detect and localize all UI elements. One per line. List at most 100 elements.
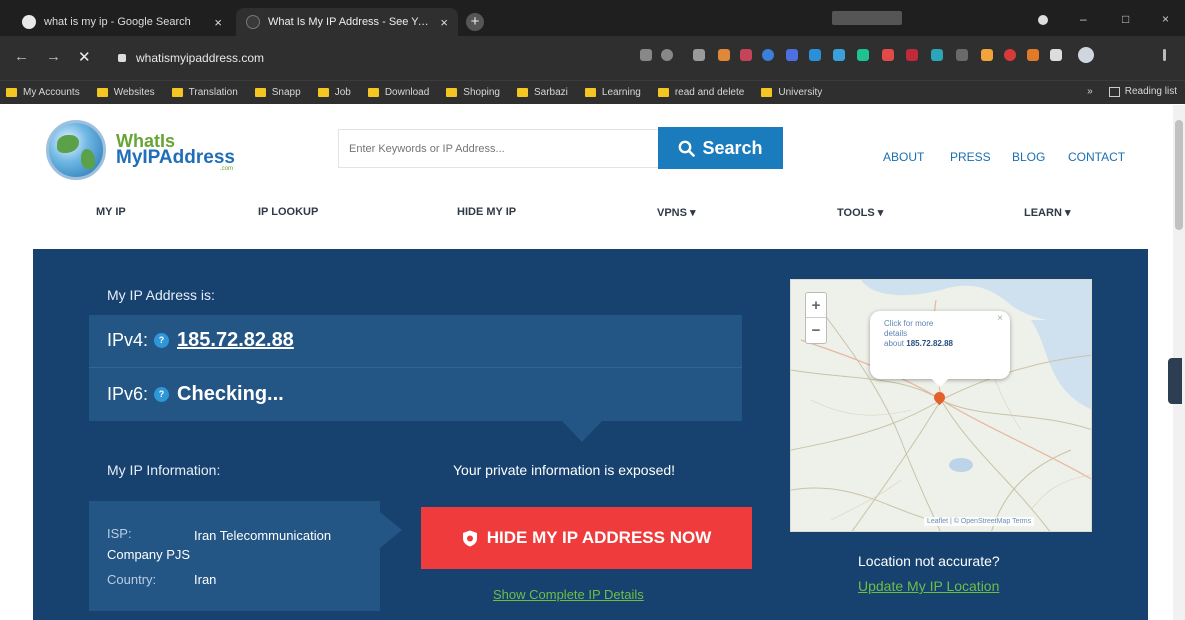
nav-tools[interactable]: TOOLS ▾: [837, 206, 883, 219]
exposed-warning: Your private information is exposed!: [453, 462, 676, 478]
extension-icon[interactable]: [762, 49, 774, 61]
show-complete-details-link[interactable]: Show Complete IP Details: [493, 587, 644, 602]
bookmark-folder[interactable]: Job: [317, 87, 351, 98]
extension-icon[interactable]: [906, 49, 918, 61]
extension-icon[interactable]: [833, 49, 845, 61]
nav-vpns[interactable]: VPNS ▾: [657, 206, 696, 219]
ipv4-label: IPv4:: [107, 330, 149, 350]
extension-icon[interactable]: [718, 49, 730, 61]
nav-hide-my-ip[interactable]: HIDE MY IP: [457, 206, 516, 218]
menu-kebab-icon[interactable]: [1163, 49, 1166, 61]
stop-loading-button[interactable]: ✕: [78, 48, 91, 66]
extension-icon[interactable]: [693, 49, 705, 61]
extension-icon[interactable]: [956, 49, 968, 61]
scrollbar-thumb[interactable]: [1175, 120, 1183, 230]
about-link[interactable]: ABOUT: [883, 150, 924, 164]
bookmark-folder[interactable]: Snapp: [254, 87, 301, 98]
help-icon[interactable]: ?: [154, 333, 170, 348]
extension-icon[interactable]: [740, 49, 752, 61]
press-link[interactable]: PRESS: [950, 150, 991, 164]
update-location-link[interactable]: Update My IP Location: [858, 578, 999, 594]
star-bookmark-icon[interactable]: [661, 49, 673, 61]
search-icon: [679, 140, 696, 157]
extensions-puzzle-icon[interactable]: [1050, 49, 1062, 61]
tab-google-search[interactable]: what is my ip - Google Search ×: [12, 8, 232, 36]
translate-icon[interactable]: [640, 49, 652, 61]
extension-icon[interactable]: [809, 49, 821, 61]
bookmark-folder[interactable]: Translation: [171, 87, 238, 98]
forward-button[interactable]: →: [46, 48, 61, 65]
minimize-button[interactable]: –: [1080, 12, 1087, 26]
extension-icon[interactable]: [786, 49, 798, 61]
blog-link[interactable]: BLOG: [1012, 150, 1045, 164]
folder-icon: [446, 88, 458, 97]
tab-close-icon[interactable]: ×: [214, 15, 222, 30]
bookmark-folder[interactable]: Learning: [584, 87, 641, 98]
ip-information-label: My IP Information:: [107, 462, 221, 478]
tab-close-icon[interactable]: ×: [440, 15, 448, 30]
bookmark-folder[interactable]: Download: [367, 87, 429, 98]
window-close-button[interactable]: ×: [1162, 12, 1169, 26]
back-button[interactable]: ←: [14, 48, 29, 65]
folder-icon: [96, 88, 108, 97]
search-input[interactable]: [338, 129, 658, 168]
reading-list-button[interactable]: Reading list: [1125, 86, 1177, 97]
logo-suffix: .com: [220, 166, 234, 172]
extension-icon[interactable]: [931, 49, 943, 61]
profile-dot-icon[interactable]: [1038, 15, 1048, 25]
address-text: whatismyipaddress.com: [136, 51, 265, 65]
bookmarks-bar: My Accounts Websites Translation Snapp J…: [0, 80, 1185, 104]
bookmark-folder[interactable]: University: [761, 87, 822, 98]
new-tab-button[interactable]: +: [466, 13, 484, 31]
bookmark-folder[interactable]: Shoping: [446, 87, 500, 98]
folder-icon: [254, 88, 266, 97]
panel-pointer: [562, 421, 602, 442]
extension-indicator-icon: [832, 11, 902, 25]
bookmarks-overflow-button[interactable]: »: [1087, 86, 1093, 97]
feedback-side-tab[interactable]: [1168, 358, 1182, 404]
country-label: Country:: [107, 572, 157, 587]
ipv4-value[interactable]: 185.72.82.88: [177, 329, 294, 352]
folder-icon: [761, 88, 773, 97]
popup-text: about: [884, 339, 905, 348]
ipv6-row: IPv6: ? Checking...: [107, 383, 284, 406]
browser-tab-bar: what is my ip - Google Search × What Is …: [0, 0, 1185, 36]
profile-avatar-icon[interactable]: [1078, 47, 1094, 63]
nav-ip-lookup[interactable]: IP LOOKUP: [258, 206, 318, 218]
extension-icon[interactable]: [857, 49, 869, 61]
extension-icon[interactable]: [1004, 49, 1016, 61]
popup-close-icon[interactable]: ×: [997, 314, 1003, 324]
site-logo[interactable]: WhatIs MyIPAddress .com: [46, 120, 246, 190]
google-favicon-icon: [22, 15, 36, 29]
bookmark-folder[interactable]: Sarbazi: [517, 87, 568, 98]
extension-icon[interactable]: [1027, 49, 1039, 61]
divider: [89, 367, 742, 368]
bookmark-folder[interactable]: Websites: [96, 87, 155, 98]
nav-my-ip[interactable]: MY IP: [96, 206, 126, 218]
bookmark-folder[interactable]: My Accounts: [6, 87, 80, 98]
hide-my-ip-label: HIDE MY IP ADDRESS NOW: [486, 528, 712, 547]
map-popup[interactable]: × Click for more details about 185.72.82…: [870, 311, 1010, 379]
maximize-button[interactable]: □: [1122, 12, 1129, 26]
nav-learn[interactable]: LEARN ▾: [1024, 206, 1070, 219]
folder-icon: [317, 88, 329, 97]
tab-title: what is my ip - Google Search: [44, 16, 191, 28]
map-zoom-control: + −: [805, 292, 827, 344]
contact-link[interactable]: CONTACT: [1068, 150, 1125, 164]
map-attribution[interactable]: Leaflet | © OpenStreetMap Terms: [924, 517, 1035, 526]
extension-icon[interactable]: [882, 49, 894, 61]
hide-my-ip-button[interactable]: HIDE MY IP ADDRESS NOW: [421, 507, 752, 569]
bookmark-folder[interactable]: read and delete: [657, 87, 744, 98]
ipv4-row: IPv4: ? 185.72.82.88: [107, 329, 294, 352]
main-nav: MY IP IP LOOKUP HIDE MY IP VPNS ▾ TOOLS …: [0, 206, 1170, 226]
tab-whatismyipaddress[interactable]: What Is My IP Address - See Your... ×: [236, 8, 458, 36]
zoom-in-button[interactable]: +: [806, 293, 826, 318]
ip-address-label: My IP Address is:: [107, 287, 215, 303]
bookmarks-right: » Reading list: [1087, 86, 1177, 97]
folder-icon: [584, 88, 596, 97]
zoom-out-button[interactable]: −: [806, 318, 826, 343]
search-button[interactable]: Search: [658, 127, 783, 169]
extension-icon[interactable]: [981, 49, 993, 61]
popup-text: details: [884, 329, 908, 338]
help-icon[interactable]: ?: [154, 387, 170, 402]
